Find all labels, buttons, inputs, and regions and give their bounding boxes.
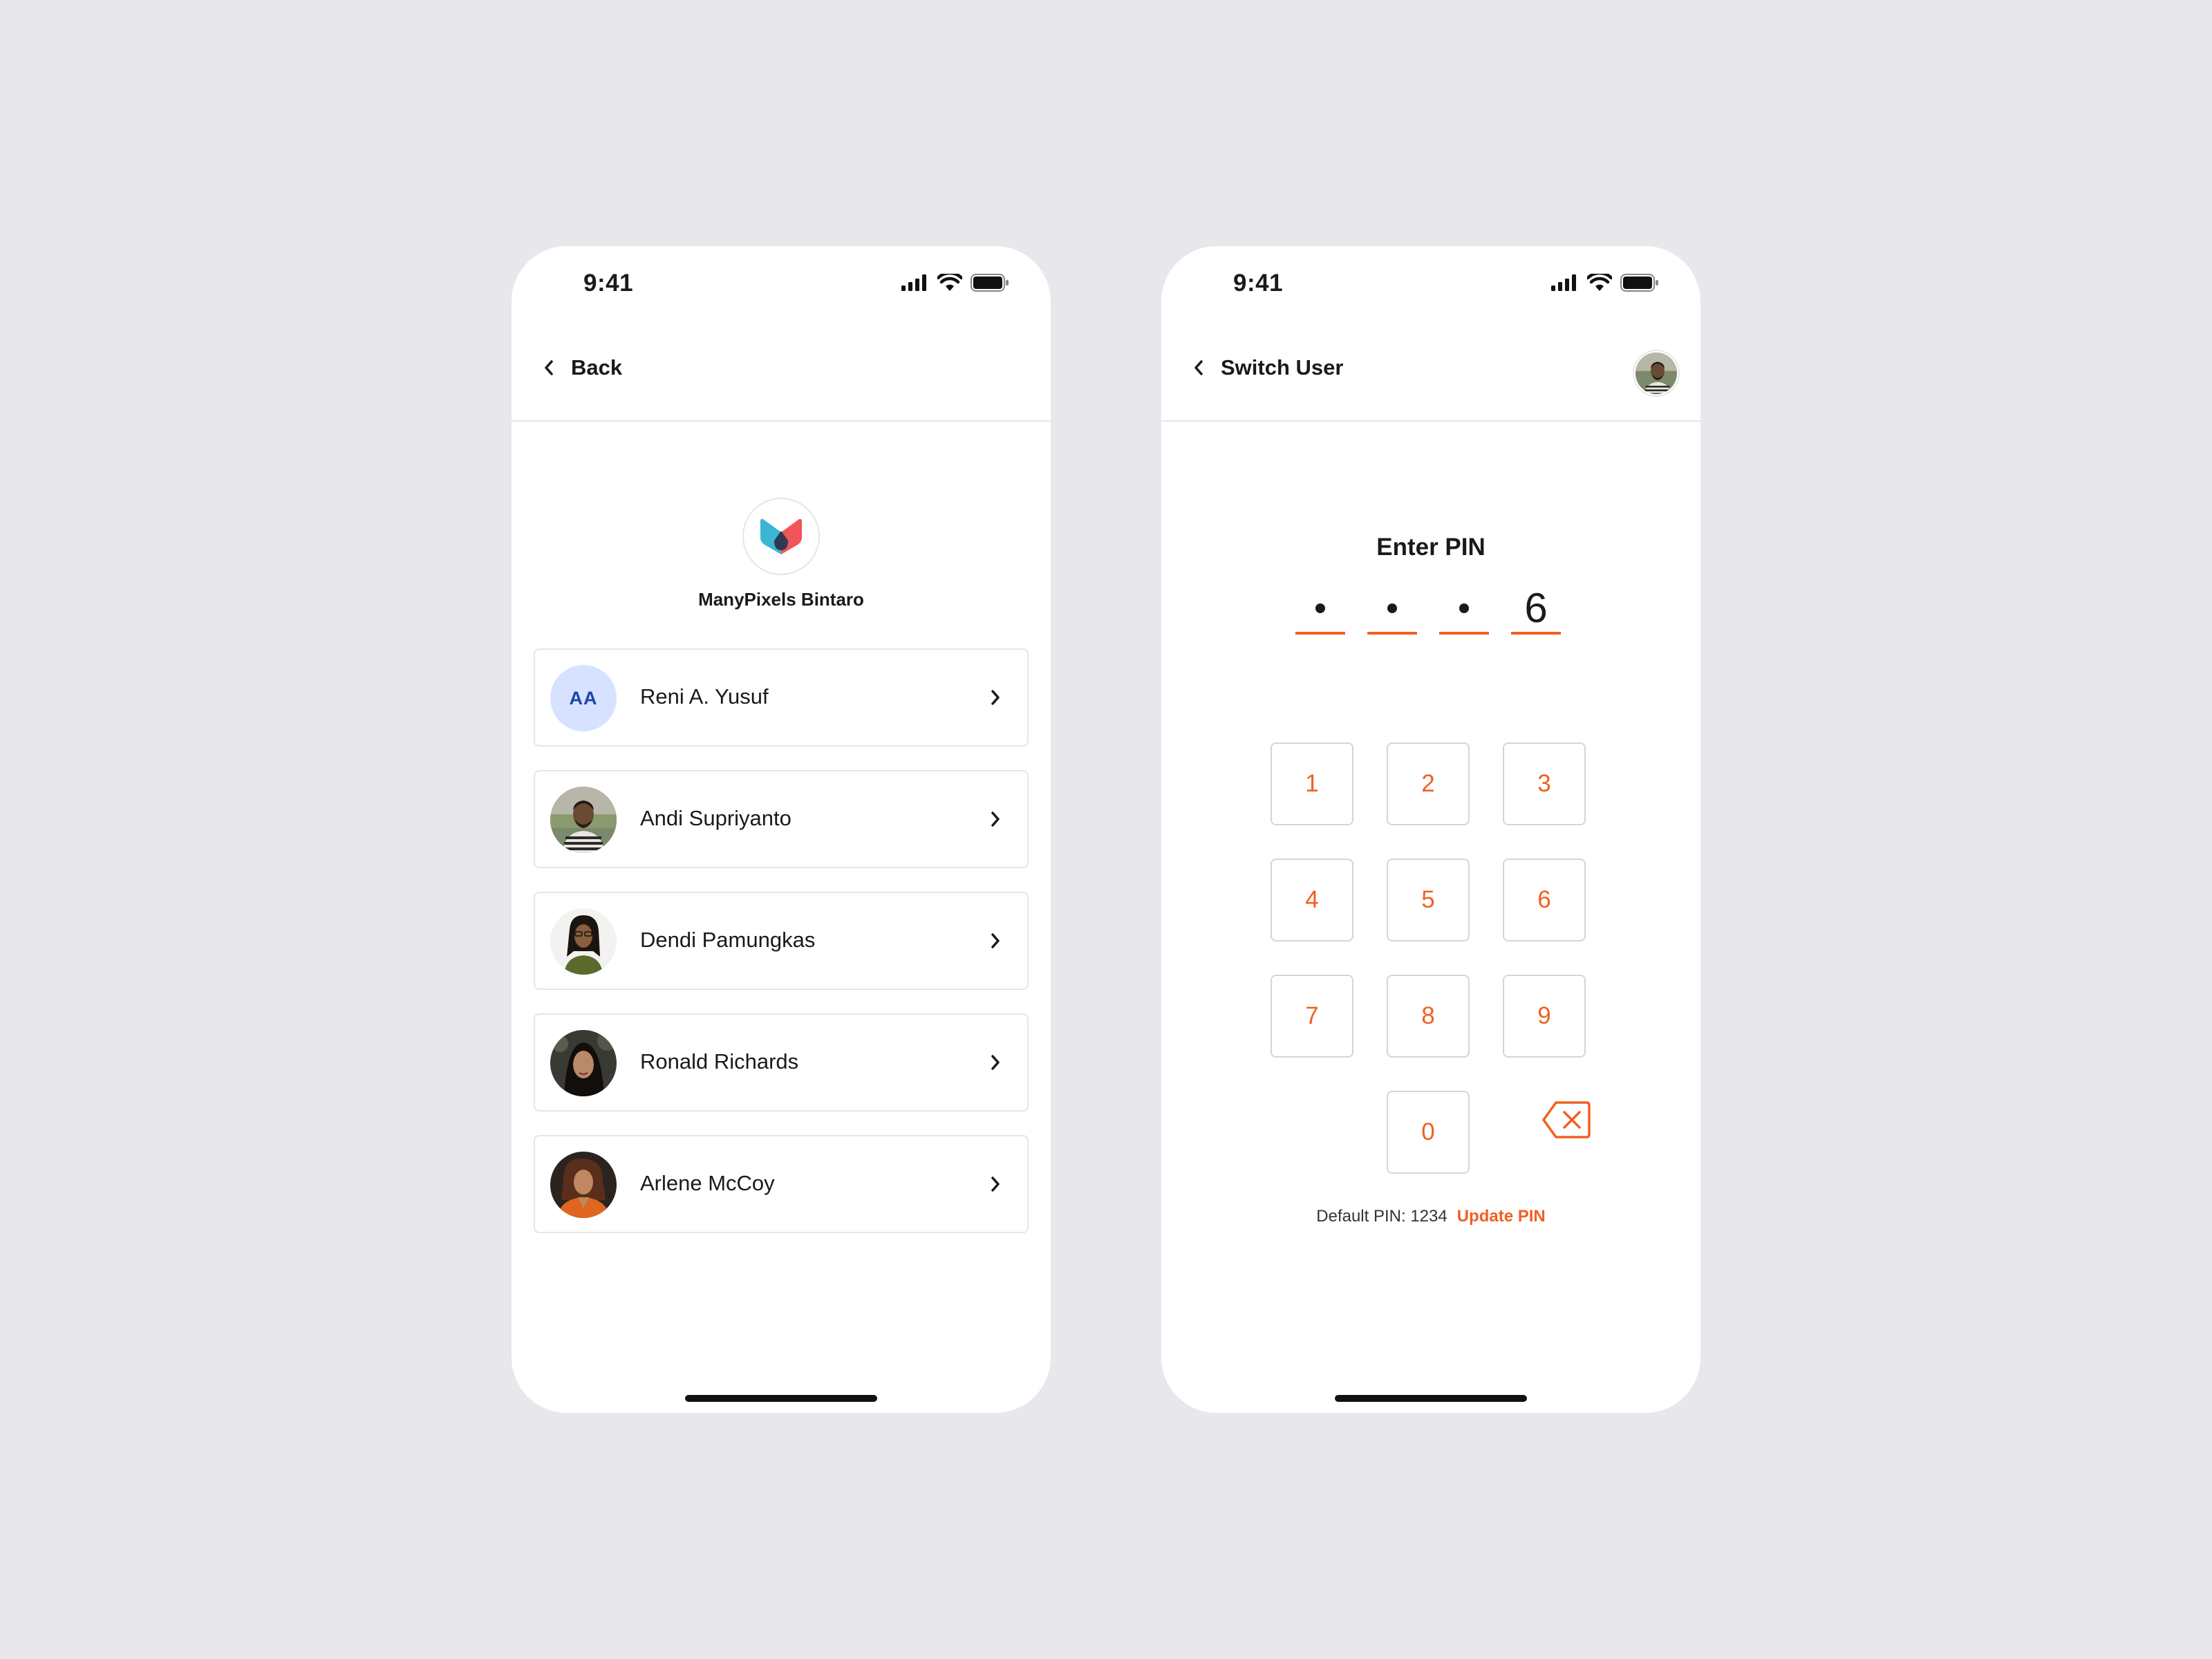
home-indicator[interactable]: [1335, 1395, 1527, 1402]
chevron-right-icon: [991, 690, 1000, 705]
pin-dot: [1315, 603, 1325, 613]
key-0[interactable]: 0: [1387, 1091, 1470, 1174]
pin-input[interactable]: 6: [1295, 585, 1561, 635]
pin-footer: Default PIN: 1234 Update PIN: [1161, 1207, 1700, 1226]
backspace-icon: [1542, 1101, 1591, 1138]
manypixels-logo-icon: [760, 518, 802, 554]
default-pin-text: Default PIN: 1234: [1316, 1207, 1447, 1226]
user-list: AA Reni A. Yusuf Andi Supriyanto Dendi P…: [534, 648, 1029, 1257]
key-4[interactable]: 4: [1271, 859, 1353, 941]
status-icons: [901, 274, 1009, 292]
pin-title: Enter PIN: [1376, 534, 1485, 561]
avatar: AA: [550, 665, 617, 731]
user-card-andi[interactable]: Andi Supriyanto: [534, 770, 1029, 868]
chevron-left-icon: [545, 360, 553, 375]
user-card-ronald[interactable]: Ronald Richards: [534, 1013, 1029, 1112]
switch-user-label: Switch User: [1221, 355, 1344, 379]
enter-pin-screen: 9:41 Switch User Enter PIN 6 1 2 3 4 5 6…: [1161, 246, 1700, 1413]
user-select-screen: 9:41 Back ManyPixels Bintaro AA Reni A. …: [512, 246, 1051, 1413]
key-1[interactable]: 1: [1271, 742, 1353, 825]
brand-logo: [742, 498, 820, 575]
key-3[interactable]: 3: [1503, 742, 1586, 825]
key-2[interactable]: 2: [1387, 742, 1470, 825]
nav-bar: Switch User: [1161, 329, 1700, 422]
user-card-dendi[interactable]: Dendi Pamungkas: [534, 892, 1029, 990]
key-6[interactable]: 6: [1503, 859, 1586, 941]
chevron-right-icon: [991, 812, 1000, 827]
battery-icon: [1620, 274, 1658, 292]
user-name: Dendi Pamungkas: [640, 928, 816, 952]
avatar: [550, 1030, 617, 1096]
pin-dot: [1387, 603, 1397, 613]
user-name: Andi Supriyanto: [640, 806, 791, 830]
nav-bar: Back: [512, 329, 1051, 422]
back-label: Back: [571, 355, 623, 379]
pin-dot: [1459, 603, 1469, 613]
chevron-right-icon: [991, 1055, 1000, 1070]
key-8[interactable]: 8: [1387, 975, 1470, 1058]
wifi-icon: [937, 274, 962, 291]
brand-name: ManyPixels Bintaro: [698, 589, 864, 610]
cellular-signal-icon: [1551, 274, 1576, 291]
battery-icon: [971, 274, 1009, 292]
status-icons: [1551, 274, 1659, 292]
status-time: 9:41: [1233, 270, 1284, 297]
user-name: Arlene McCoy: [640, 1171, 775, 1195]
status-bar: 9:41: [1161, 246, 1700, 329]
status-time: 9:41: [583, 270, 634, 297]
chevron-right-icon: [991, 1177, 1000, 1192]
pin-slot-2: [1367, 585, 1417, 635]
pin-slot-1: [1295, 585, 1345, 635]
wifi-icon: [1587, 274, 1612, 291]
user-name: Ronald Richards: [640, 1049, 799, 1074]
avatar: [550, 908, 617, 975]
key-9[interactable]: 9: [1503, 975, 1586, 1058]
cellular-signal-icon: [901, 274, 926, 291]
user-card-arlene[interactable]: Arlene McCoy: [534, 1135, 1029, 1233]
backspace-button[interactable]: [1539, 1099, 1594, 1141]
key-7[interactable]: 7: [1271, 975, 1353, 1058]
key-5[interactable]: 5: [1387, 859, 1470, 941]
back-button[interactable]: Back: [542, 355, 622, 380]
switch-user-button[interactable]: Switch User: [1192, 355, 1343, 380]
chevron-right-icon: [991, 933, 1000, 948]
pin-digit: 6: [1524, 585, 1548, 631]
chevron-left-icon: [1194, 360, 1203, 375]
status-bar: 9:41: [512, 246, 1051, 329]
home-indicator[interactable]: [685, 1395, 877, 1402]
pin-slot-4: 6: [1511, 585, 1561, 635]
user-name: Reni A. Yusuf: [640, 684, 769, 709]
current-user-avatar[interactable]: [1634, 351, 1678, 395]
pin-slot-3: [1439, 585, 1489, 635]
avatar: [550, 787, 617, 853]
update-pin-link[interactable]: Update PIN: [1457, 1207, 1546, 1226]
user-card-reni[interactable]: AA Reni A. Yusuf: [534, 648, 1029, 747]
avatar: [550, 1152, 617, 1218]
